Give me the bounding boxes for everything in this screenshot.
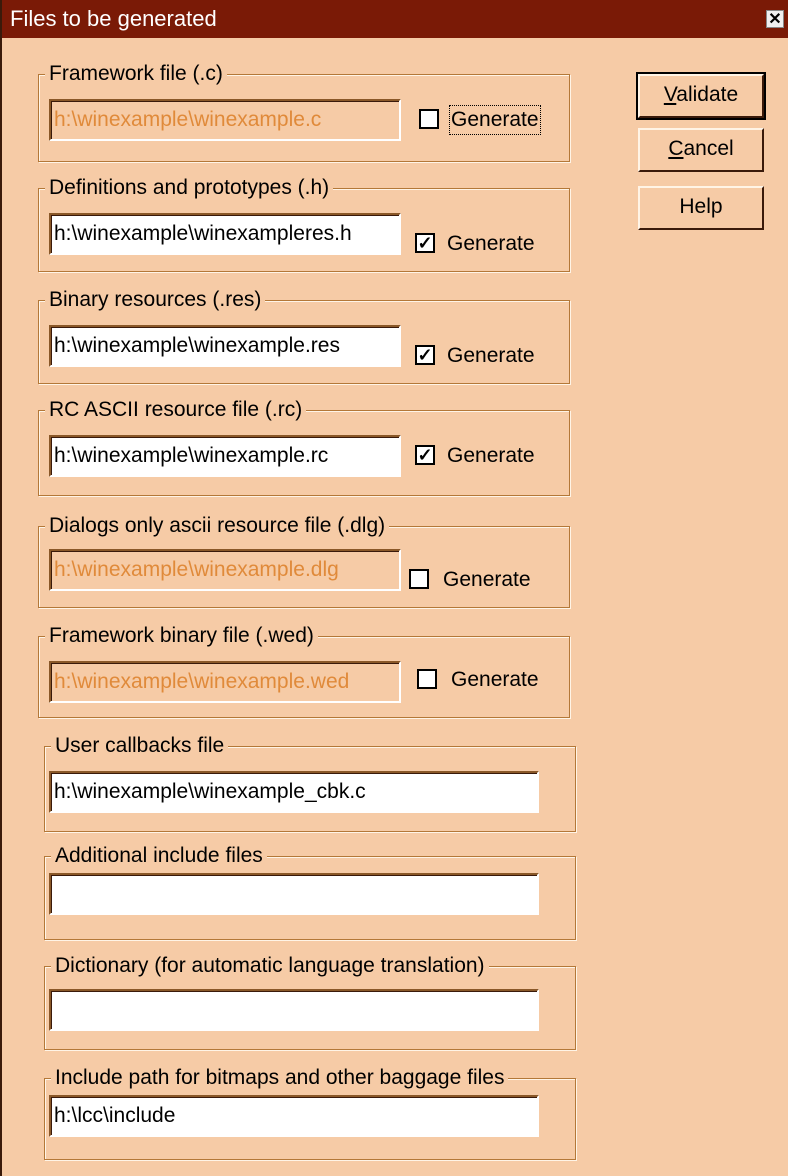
group-additional-include: Additional include files bbox=[44, 843, 576, 940]
validate-label: alidate bbox=[676, 83, 739, 106]
dialogs-only-generate-label[interactable]: Generate bbox=[443, 567, 531, 593]
group-binary-resources: Binary resources (.res) h:\winexample\wi… bbox=[38, 287, 570, 384]
cancel-button[interactable]: Cancel bbox=[638, 128, 764, 172]
dictionary-value bbox=[51, 991, 537, 1029]
group-framework-file-legend: Framework file (.c) bbox=[45, 61, 227, 87]
definitions-value: h:\winexample\winexampleres.h bbox=[51, 215, 399, 253]
dialogs-only-generate-checkbox[interactable] bbox=[409, 569, 429, 589]
group-framework-binary: Framework binary file (.wed) h:\winexamp… bbox=[38, 623, 570, 718]
group-user-callbacks: User callbacks file h:\winexample\winexa… bbox=[44, 733, 576, 832]
binary-resources-generate-label[interactable]: Generate bbox=[447, 343, 535, 369]
group-rc-ascii-legend: RC ASCII resource file (.rc) bbox=[45, 397, 307, 423]
additional-include-value bbox=[51, 875, 537, 913]
dialog-window: Files to be generated ✕ Validate Cancel … bbox=[0, 0, 788, 1176]
framework-file-value: h:\winexample\winexample.c bbox=[51, 101, 399, 139]
dictionary-field[interactable] bbox=[49, 989, 539, 1031]
framework-binary-field[interactable]: h:\winexample\winexample.wed bbox=[49, 661, 401, 703]
group-framework-binary-legend: Framework binary file (.wed) bbox=[45, 623, 318, 649]
include-path-field[interactable]: h:\lcc\include bbox=[49, 1095, 539, 1137]
validate-button[interactable]: Validate bbox=[636, 72, 766, 120]
framework-file-generate-label[interactable]: Generate bbox=[449, 105, 541, 135]
group-definitions-legend: Definitions and prototypes (.h) bbox=[45, 175, 334, 201]
include-path-value: h:\lcc\include bbox=[51, 1097, 537, 1135]
group-include-path: Include path for bitmaps and other bagga… bbox=[44, 1065, 576, 1160]
rc-ascii-generate-checkbox[interactable]: ✓ bbox=[415, 445, 435, 465]
framework-file-field[interactable]: h:\winexample\winexample.c bbox=[49, 99, 401, 141]
group-framework-file: Framework file (.c) h:\winexample\winexa… bbox=[38, 61, 570, 162]
additional-include-field[interactable] bbox=[49, 873, 539, 915]
group-user-callbacks-legend: User callbacks file bbox=[51, 733, 229, 759]
definitions-generate-label[interactable]: Generate bbox=[447, 231, 535, 257]
cancel-mnemonic: C bbox=[668, 137, 684, 160]
binary-resources-field[interactable]: h:\winexample\winexample.res bbox=[49, 325, 401, 367]
group-dialogs-only-legend: Dialogs only ascii resource file (.dlg) bbox=[45, 513, 390, 539]
help-button[interactable]: Help bbox=[638, 186, 764, 230]
group-include-path-legend: Include path for bitmaps and other bagga… bbox=[51, 1065, 509, 1091]
group-dialogs-only: Dialogs only ascii resource file (.dlg) … bbox=[38, 513, 570, 608]
definitions-generate-checkbox[interactable]: ✓ bbox=[415, 233, 435, 253]
user-callbacks-value: h:\winexample\winexample_cbk.c bbox=[51, 773, 537, 811]
close-icon[interactable]: ✕ bbox=[766, 10, 784, 28]
dialogs-only-value: h:\winexample\winexample.dlg bbox=[51, 551, 399, 589]
group-definitions: Definitions and prototypes (.h) h:\winex… bbox=[38, 175, 570, 272]
framework-binary-generate-label[interactable]: Generate bbox=[451, 667, 539, 693]
rc-ascii-generate-label[interactable]: Generate bbox=[447, 443, 535, 469]
dialogs-only-field[interactable]: h:\winexample\winexample.dlg bbox=[49, 549, 401, 591]
group-additional-include-legend: Additional include files bbox=[51, 843, 267, 869]
validate-mnemonic: V bbox=[663, 83, 677, 106]
binary-resources-generate-checkbox[interactable]: ✓ bbox=[415, 345, 435, 365]
user-callbacks-field[interactable]: h:\winexample\winexample_cbk.c bbox=[49, 771, 539, 813]
definitions-field[interactable]: h:\winexample\winexampleres.h bbox=[49, 213, 401, 255]
cancel-label: ancel bbox=[683, 137, 734, 160]
framework-binary-value: h:\winexample\winexample.wed bbox=[51, 663, 399, 701]
group-binary-resources-legend: Binary resources (.res) bbox=[45, 287, 266, 313]
title-bar[interactable]: Files to be generated ✕ bbox=[2, 0, 788, 38]
framework-file-generate-checkbox[interactable] bbox=[419, 109, 439, 129]
framework-binary-generate-checkbox[interactable] bbox=[417, 669, 437, 689]
window-title: Files to be generated bbox=[10, 6, 217, 31]
rc-ascii-value: h:\winexample\winexample.rc bbox=[51, 437, 399, 475]
group-dictionary: Dictionary (for automatic language trans… bbox=[44, 953, 576, 1050]
rc-ascii-field[interactable]: h:\winexample\winexample.rc bbox=[49, 435, 401, 477]
group-dictionary-legend: Dictionary (for automatic language trans… bbox=[51, 953, 489, 979]
group-rc-ascii: RC ASCII resource file (.rc) h:\winexamp… bbox=[38, 397, 570, 496]
binary-resources-value: h:\winexample\winexample.res bbox=[51, 327, 399, 365]
